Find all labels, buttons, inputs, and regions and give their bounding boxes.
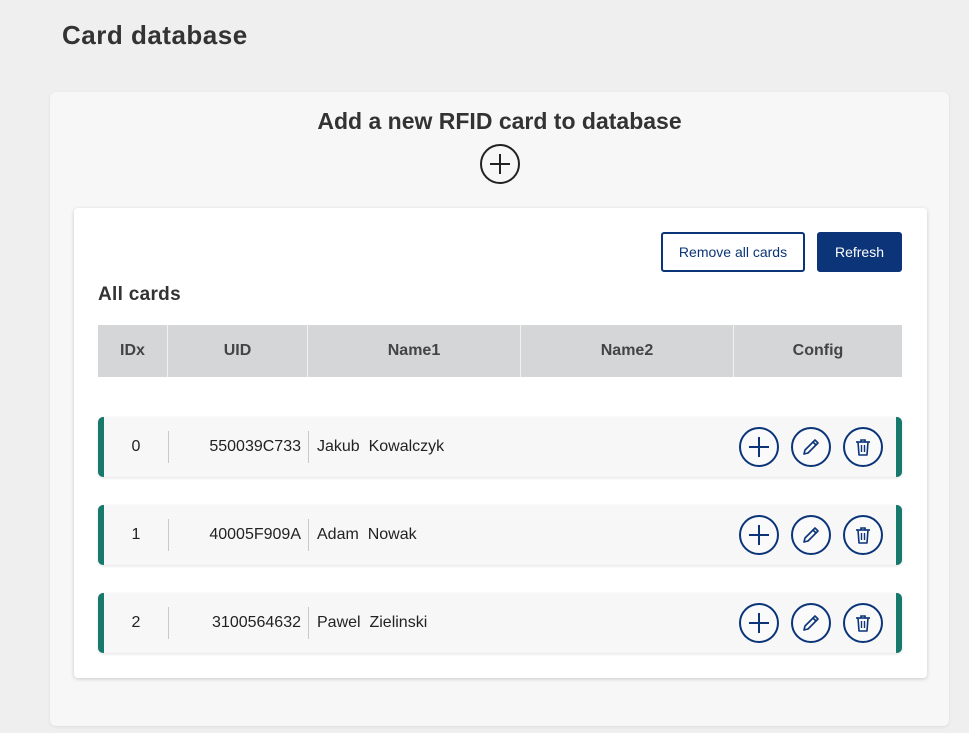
column-header-name1: Name1 <box>308 325 521 377</box>
card-name: Pawel Zielinski <box>317 614 428 631</box>
trash-icon <box>856 527 870 544</box>
all-cards-heading: All cards <box>98 284 181 305</box>
table-header: IDx UID Name1 Name2 Config <box>98 325 902 377</box>
card-uid: 3100564632 <box>212 614 301 631</box>
pencil-icon <box>803 615 819 631</box>
plus-icon <box>749 613 769 633</box>
table-row: 0 550039C733 Jakub Kowalczyk <box>98 417 902 477</box>
column-divider <box>168 607 169 639</box>
page-title: Card database <box>62 20 248 50</box>
add-button[interactable] <box>739 427 779 467</box>
card-idx: 2 <box>131 614 141 631</box>
delete-button[interactable] <box>843 427 883 467</box>
table-row: 1 40005F909A Adam Nowak <box>98 505 902 565</box>
add-button[interactable] <box>739 515 779 555</box>
plus-icon <box>749 437 769 457</box>
column-divider <box>308 431 309 463</box>
card-uid: 40005F909A <box>209 526 301 543</box>
remove-all-cards-button[interactable]: Remove all cards <box>661 232 805 272</box>
column-header-uid: UID <box>168 325 308 377</box>
table-row: 2 3100564632 Pawel Zielinski <box>98 593 902 653</box>
edit-button[interactable] <box>791 427 831 467</box>
card-idx: 0 <box>131 438 141 455</box>
trash-icon <box>856 615 870 632</box>
column-header-idx: IDx <box>98 325 168 377</box>
all-cards-panel: Remove all cards Refresh All cards IDx U… <box>74 208 927 678</box>
card-database-panel: Add a new RFID card to database Remove a… <box>50 92 949 726</box>
add-card-heading: Add a new RFID card to database <box>317 108 682 134</box>
pencil-icon <box>803 439 819 455</box>
column-divider <box>308 519 309 551</box>
column-divider <box>308 607 309 639</box>
column-divider <box>168 431 169 463</box>
card-name: Adam Nowak <box>317 526 417 543</box>
card-uid: 550039C733 <box>209 438 301 455</box>
plus-circle-icon <box>490 154 510 174</box>
refresh-button[interactable]: Refresh <box>817 232 902 272</box>
delete-button[interactable] <box>843 603 883 643</box>
card-name: Jakub Kowalczyk <box>317 438 445 455</box>
edit-button[interactable] <box>791 515 831 555</box>
card-idx: 1 <box>131 526 141 543</box>
plus-icon <box>749 525 769 545</box>
add-button[interactable] <box>739 603 779 643</box>
pencil-icon <box>803 527 819 543</box>
column-divider <box>168 519 169 551</box>
column-header-name2: Name2 <box>521 325 734 377</box>
trash-icon <box>856 439 870 456</box>
delete-button[interactable] <box>843 515 883 555</box>
add-card-button[interactable] <box>480 144 520 184</box>
edit-button[interactable] <box>791 603 831 643</box>
column-header-config: Config <box>792 342 844 359</box>
